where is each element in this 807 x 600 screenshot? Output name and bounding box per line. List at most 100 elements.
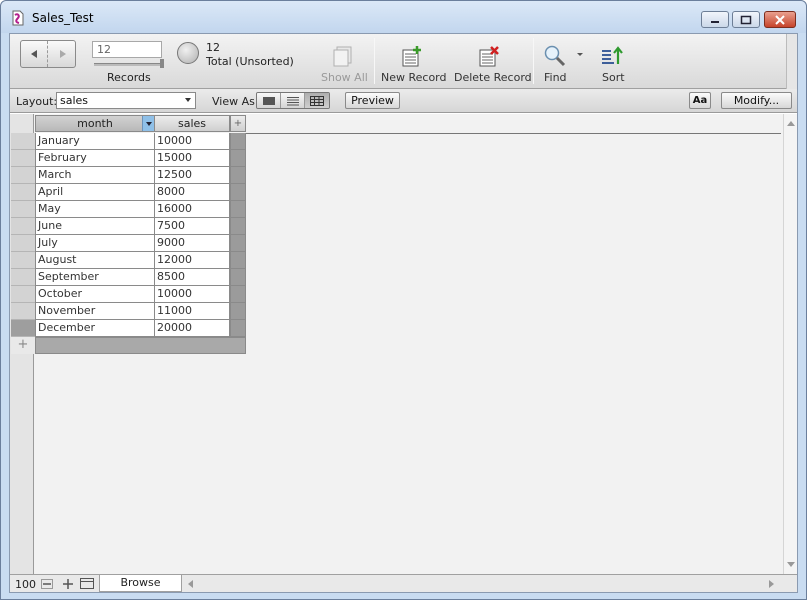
find-label: Find	[544, 71, 567, 84]
header-divider	[246, 133, 781, 134]
record-status-cell[interactable]	[11, 320, 35, 337]
sales-cell[interactable]: 10000	[154, 286, 230, 303]
text-formatting-button[interactable]: Aa	[689, 92, 711, 109]
record-status-cell[interactable]	[11, 184, 35, 201]
column-header-sales[interactable]: sales	[154, 115, 230, 132]
record-status-cell[interactable]	[11, 252, 35, 269]
record-slider-handle[interactable]	[160, 59, 164, 68]
layout-select[interactable]: sales	[56, 92, 196, 109]
scroll-right-icon[interactable]	[769, 580, 774, 588]
scroll-down-icon[interactable]	[787, 562, 795, 567]
month-cell[interactable]: March	[35, 167, 155, 184]
delete-record-label: Delete Record	[454, 71, 532, 84]
column-menu-button[interactable]	[142, 116, 154, 131]
view-as-toggle	[256, 92, 330, 109]
previous-record-button[interactable]	[21, 41, 48, 67]
zoom-in-icon[interactable]	[61, 577, 75, 590]
month-cell[interactable]: December	[35, 320, 155, 337]
view-as-label: View As:	[212, 95, 259, 108]
record-status-cell[interactable]	[11, 235, 35, 252]
next-record-button[interactable]	[49, 41, 76, 67]
month-cell[interactable]: July	[35, 235, 155, 252]
record-status-cell[interactable]	[11, 133, 35, 150]
zoom-out-icon[interactable]	[40, 577, 54, 590]
close-icon	[775, 14, 785, 25]
add-field-button[interactable]: +	[230, 115, 246, 132]
add-record-button[interactable]: +	[11, 337, 35, 354]
month-cell[interactable]: February	[35, 150, 155, 167]
zoom-level[interactable]: 100	[15, 578, 36, 591]
empty-column-cell	[230, 218, 246, 235]
sales-cell[interactable]: 10000	[154, 133, 230, 150]
sales-cell[interactable]: 7500	[154, 218, 230, 235]
record-status-cell[interactable]	[11, 201, 35, 218]
preview-button[interactable]: Preview	[345, 92, 400, 109]
record-navigator[interactable]	[20, 40, 76, 68]
close-button[interactable]	[764, 11, 796, 28]
record-status-cell[interactable]	[11, 150, 35, 167]
chevron-right-icon	[59, 50, 66, 58]
sales-cell[interactable]: 11000	[154, 303, 230, 320]
modify-button[interactable]: Modify...	[721, 92, 792, 109]
scroll-up-icon[interactable]	[787, 121, 795, 126]
sales-cell[interactable]: 16000	[154, 201, 230, 218]
list-view-icon	[286, 96, 299, 105]
layout-select-value: sales	[60, 94, 89, 107]
record-status-cell[interactable]	[11, 167, 35, 184]
show-all-button[interactable]: Show All	[315, 34, 371, 89]
sales-cell[interactable]: 9000	[154, 235, 230, 252]
minimize-button[interactable]	[701, 11, 729, 28]
mode-popup[interactable]: Browse	[99, 575, 182, 592]
toggle-status-area-icon[interactable]	[80, 577, 94, 590]
sales-cell[interactable]: 15000	[154, 150, 230, 167]
record-status-cell[interactable]	[11, 303, 35, 320]
sales-cell[interactable]: 8500	[154, 269, 230, 286]
found-status: Total (Unsorted)	[206, 55, 294, 68]
toolbar-separator	[374, 38, 375, 84]
month-cell[interactable]: January	[35, 133, 155, 150]
view-form-button[interactable]	[257, 93, 281, 108]
sort-button[interactable]: Sort	[594, 34, 634, 89]
maximize-icon	[740, 15, 752, 24]
month-cell[interactable]: August	[35, 252, 155, 269]
empty-column-cell	[230, 286, 246, 303]
status-toolbar: 12 Records 12 Total (Unsorted) Show All …	[10, 34, 797, 89]
vertical-scrollbar[interactable]	[783, 114, 797, 574]
month-cell[interactable]: April	[35, 184, 155, 201]
empty-column-cell	[230, 269, 246, 286]
delete-record-icon	[477, 44, 501, 68]
sales-cell[interactable]: 20000	[154, 320, 230, 337]
month-cell[interactable]: June	[35, 218, 155, 235]
month-cell[interactable]: September	[35, 269, 155, 286]
layout-bar: Layout: sales View As: Preview Aa Modify…	[10, 89, 797, 113]
new-record-button[interactable]: New Record	[379, 34, 449, 89]
maximize-button[interactable]	[732, 11, 760, 28]
column-header-label: sales	[177, 117, 207, 130]
sales-cell[interactable]: 12000	[154, 252, 230, 269]
toolbar-overflow-scroll[interactable]	[786, 34, 797, 89]
find-button[interactable]: Find	[539, 34, 587, 89]
sales-cell[interactable]: 8000	[154, 184, 230, 201]
found-set-pie-icon[interactable]	[177, 42, 199, 64]
record-status-cell[interactable]	[11, 286, 35, 303]
view-list-button[interactable]	[281, 93, 305, 108]
view-table-button[interactable]	[305, 93, 329, 108]
record-slider[interactable]	[94, 59, 164, 68]
month-cell[interactable]: November	[35, 303, 155, 320]
column-header-month[interactable]: month	[35, 115, 155, 132]
record-status-cell[interactable]	[11, 269, 35, 286]
record-status-cell[interactable]	[11, 218, 35, 235]
empty-column-cell	[230, 320, 246, 337]
chevron-down-icon[interactable]	[577, 53, 583, 56]
scroll-left-icon[interactable]	[188, 580, 193, 588]
new-record-row[interactable]	[35, 337, 246, 354]
sales-cell[interactable]: 12500	[154, 167, 230, 184]
month-cell[interactable]: May	[35, 201, 155, 218]
show-all-label: Show All	[321, 71, 368, 84]
status-bar: 100 Browse	[10, 574, 797, 592]
records-label: Records	[107, 71, 151, 84]
month-cell[interactable]: October	[35, 286, 155, 303]
delete-record-button[interactable]: Delete Record	[451, 34, 532, 89]
client-area: 12 Records 12 Total (Unsorted) Show All …	[9, 33, 798, 593]
current-record-field[interactable]: 12	[92, 41, 162, 58]
